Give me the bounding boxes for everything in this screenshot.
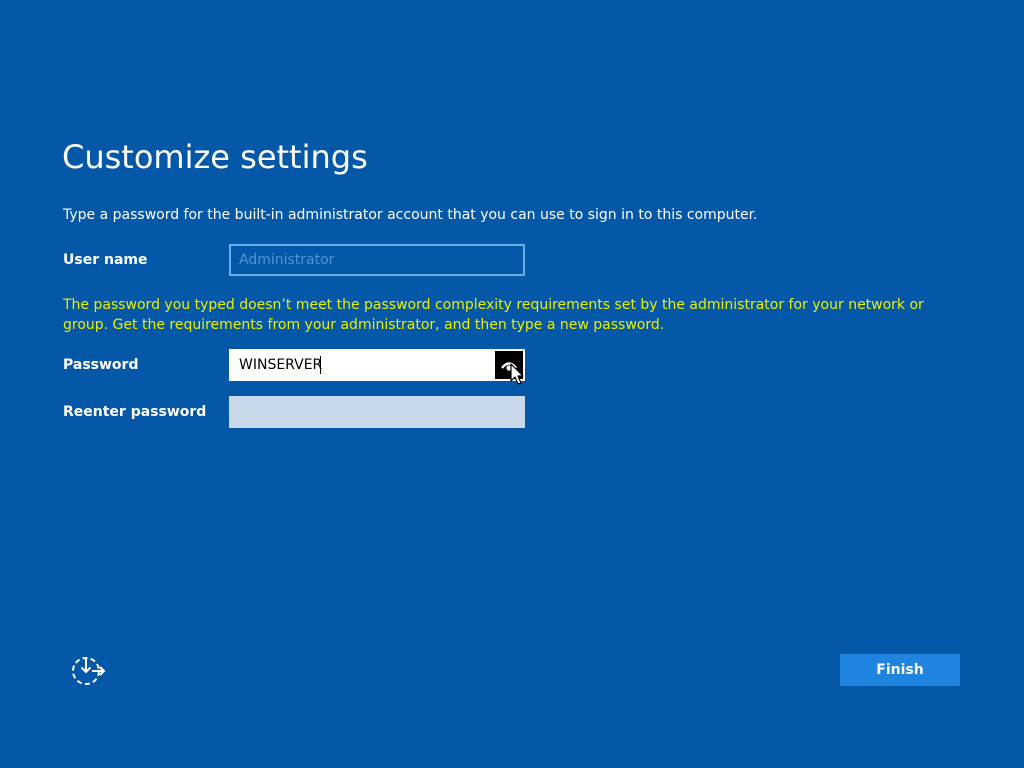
password-error-message: The password you typed doesn’t meet the …: [63, 297, 924, 333]
username-label: User name: [63, 252, 148, 268]
username-input[interactable]: [239, 246, 509, 274]
reenter-password-field-box: [229, 396, 525, 428]
username-field-box: [229, 244, 525, 276]
finish-button[interactable]: Finish: [840, 654, 960, 686]
reenter-password-label: Reenter password: [63, 404, 207, 420]
reenter-password-input[interactable]: [239, 397, 509, 427]
password-field-box: [229, 349, 525, 381]
instructions-text: Type a password for the built-in adminis…: [63, 207, 758, 223]
text-caret: [320, 356, 321, 374]
ease-of-access-icon[interactable]: [70, 655, 106, 687]
mouse-pointer-icon: [510, 363, 524, 385]
password-input[interactable]: [239, 350, 491, 380]
password-label: Password: [63, 357, 139, 373]
page-title: Customize settings: [62, 138, 368, 176]
